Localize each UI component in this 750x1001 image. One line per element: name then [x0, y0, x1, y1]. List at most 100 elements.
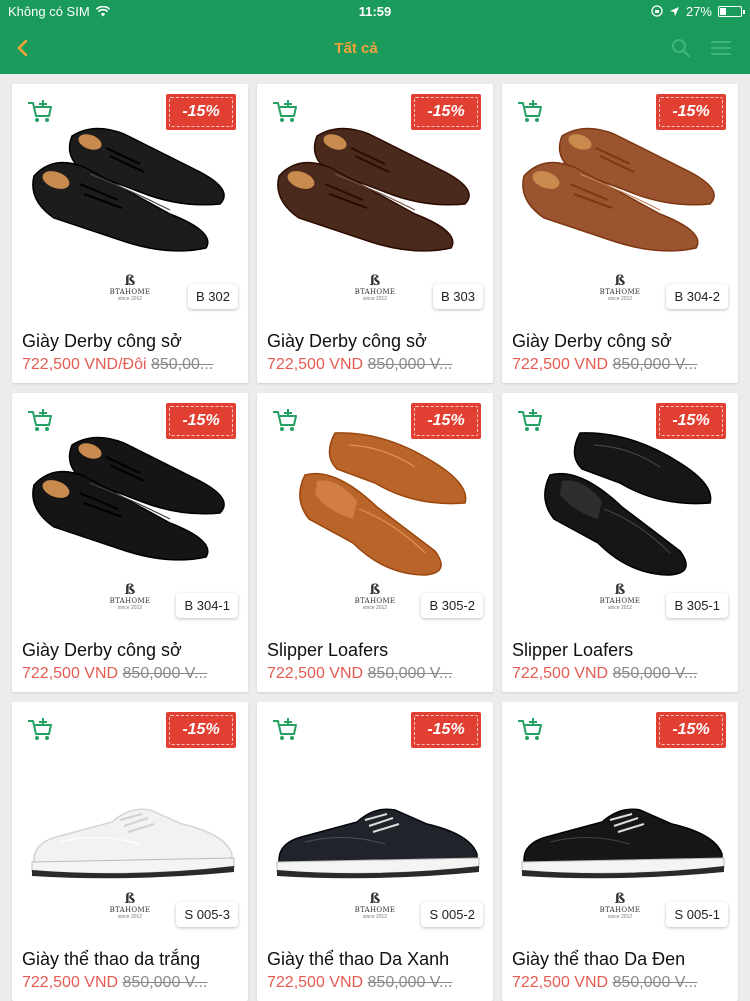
menu-icon: [711, 41, 731, 55]
product-card[interactable]: -15% ß BTAHOME since 2012 S 005-3 Giày thể th…: [12, 702, 248, 1001]
brand-logo: ß BTAHOME since 2012: [100, 274, 160, 302]
brand-since: since 2012: [607, 914, 633, 920]
brand-name: BTAHOME: [354, 597, 396, 605]
product-price: 722,500 VND: [267, 356, 364, 373]
product-code: B 302: [188, 284, 238, 309]
nav-bar: Tất cả: [0, 22, 750, 74]
brand-since: since 2012: [607, 296, 633, 302]
price-row: 722,500 VND/Đôi 850,00...: [22, 356, 238, 374]
price-row: 722,500 VND 850,000 V...: [267, 356, 483, 374]
product-name[interactable]: Giày Derby công sở: [22, 331, 182, 352]
product-image[interactable]: [265, 114, 485, 274]
price-row: 722,500 VND 850,000 V...: [512, 665, 728, 683]
product-name[interactable]: Giày thể thao Da Xanh: [267, 949, 449, 970]
brand-name: BTAHOME: [599, 906, 641, 914]
brand-since: since 2012: [362, 914, 388, 920]
price-row: 722,500 VND 850,000 V...: [512, 356, 728, 374]
product-name[interactable]: Slipper Loafers: [512, 640, 633, 661]
brand-logo: ß BTAHOME since 2012: [590, 892, 650, 920]
product-name[interactable]: Giày Derby công sở: [512, 331, 672, 352]
brand-logo: ß BTAHOME since 2012: [100, 892, 160, 920]
brand-name: BTAHOME: [599, 597, 641, 605]
location-icon: [669, 6, 679, 16]
brand-since: since 2012: [607, 605, 633, 611]
price-row: 722,500 VND 850,000 V...: [512, 974, 728, 992]
product-image[interactable]: [265, 423, 485, 583]
brand-name: BTAHOME: [109, 597, 151, 605]
product-card[interactable]: -15% ß BTAHOME since 2012 B 304-1 Giày Derby …: [12, 393, 248, 692]
brand-since: since 2012: [362, 296, 388, 302]
product-old-price: 850,000 V...: [367, 665, 453, 682]
brand-logo: ß BTAHOME since 2012: [590, 274, 650, 302]
product-code: B 304-2: [666, 284, 728, 309]
product-old-price: 850,00...: [150, 356, 214, 373]
product-old-price: 850,000 V...: [612, 356, 698, 373]
product-price: 722,500 VND: [267, 974, 364, 991]
battery-icon: [718, 5, 745, 17]
product-name[interactable]: Giày Derby công sở: [267, 331, 427, 352]
product-code: B 305-1: [666, 593, 728, 618]
product-price: 722,500 VND: [512, 974, 609, 991]
product-name[interactable]: Giày thể thao Da Đen: [512, 949, 685, 970]
brand-since: since 2012: [117, 605, 143, 611]
price-row: 722,500 VND 850,000 V...: [22, 665, 238, 683]
product-grid: -15% ß BTAHOME since 2012 B 302 Giày Derby cô…: [12, 84, 738, 1001]
product-price: 722,500 VND: [267, 665, 364, 682]
brand-since: since 2012: [117, 296, 143, 302]
product-old-price: 850,000 V...: [122, 974, 208, 991]
product-code: S 005-2: [421, 902, 483, 927]
price-row: 722,500 VND 850,000 V...: [22, 974, 238, 992]
product-old-price: 850,000 V...: [367, 356, 453, 373]
product-image[interactable]: [265, 732, 485, 892]
product-code: B 304-1: [176, 593, 238, 618]
brand-logo: ß BTAHOME since 2012: [100, 583, 160, 611]
brand-logo: ß BTAHOME since 2012: [345, 892, 405, 920]
brand-since: since 2012: [362, 605, 388, 611]
product-card[interactable]: -15% ß BTAHOME since 2012 S 005-2 Giày thể th…: [257, 702, 493, 1001]
wifi-icon: [95, 5, 110, 16]
price-row: 722,500 VND 850,000 V...: [267, 665, 483, 683]
product-image[interactable]: [20, 114, 240, 274]
product-price: 722,500 VND: [22, 665, 119, 682]
product-name[interactable]: Giày Derby công sở: [22, 640, 182, 661]
product-card[interactable]: -15% ß BTAHOME since 2012 S 005-1 Giày thể th…: [502, 702, 738, 1001]
product-price: 722,500 VND/Đôi: [22, 356, 147, 373]
product-price: 722,500 VND: [512, 356, 609, 373]
brand-logo: ß BTAHOME since 2012: [345, 583, 405, 611]
battery-percent: 27%: [685, 3, 712, 19]
price-row: 722,500 VND 850,000 V...: [267, 974, 483, 992]
product-code: B 305-2: [421, 593, 483, 618]
product-image[interactable]: [20, 423, 240, 583]
back-button[interactable]: [0, 22, 44, 74]
product-image[interactable]: [510, 423, 730, 583]
product-card[interactable]: -15% ß BTAHOME since 2012 B 304-2 Giày Derby …: [502, 84, 738, 383]
brand-name: BTAHOME: [109, 906, 151, 914]
brand-name: BTAHOME: [354, 288, 396, 296]
product-name[interactable]: Giày thể thao da trắng: [22, 949, 200, 970]
menu-button[interactable]: [708, 35, 734, 61]
clock: 11:59: [358, 3, 392, 19]
product-card[interactable]: -15% ß BTAHOME since 2012 B 305-2 Slipper Loa…: [257, 393, 493, 692]
carrier-label: Không có SIM: [8, 3, 90, 19]
product-card[interactable]: -15% ß BTAHOME since 2012 B 305-1 Slipper Loa…: [502, 393, 738, 692]
brand-logo: ß BTAHOME since 2012: [590, 583, 650, 611]
search-button[interactable]: [668, 35, 694, 61]
product-code: S 005-3: [176, 902, 238, 927]
product-image[interactable]: [510, 114, 730, 274]
chevron-left-icon: [17, 39, 28, 57]
product-name[interactable]: Slipper Loafers: [267, 640, 388, 661]
product-price: 722,500 VND: [22, 974, 119, 991]
search-icon: [672, 39, 691, 58]
product-image[interactable]: [510, 732, 730, 892]
rotation-lock-icon: [651, 5, 663, 17]
product-card[interactable]: -15% ß BTAHOME since 2012 B 303 Giày Derby cô…: [257, 84, 493, 383]
brand-name: BTAHOME: [354, 906, 396, 914]
product-old-price: 850,000 V...: [122, 665, 208, 682]
product-code: S 005-1: [666, 902, 728, 927]
page-title: Tất cả: [334, 39, 378, 57]
product-image[interactable]: [20, 732, 240, 892]
product-card[interactable]: -15% ß BTAHOME since 2012 B 302 Giày Derby cô…: [12, 84, 248, 383]
brand-name: BTAHOME: [109, 288, 151, 296]
product-old-price: 850,000 V...: [367, 974, 453, 991]
brand-logo: ß BTAHOME since 2012: [345, 274, 405, 302]
